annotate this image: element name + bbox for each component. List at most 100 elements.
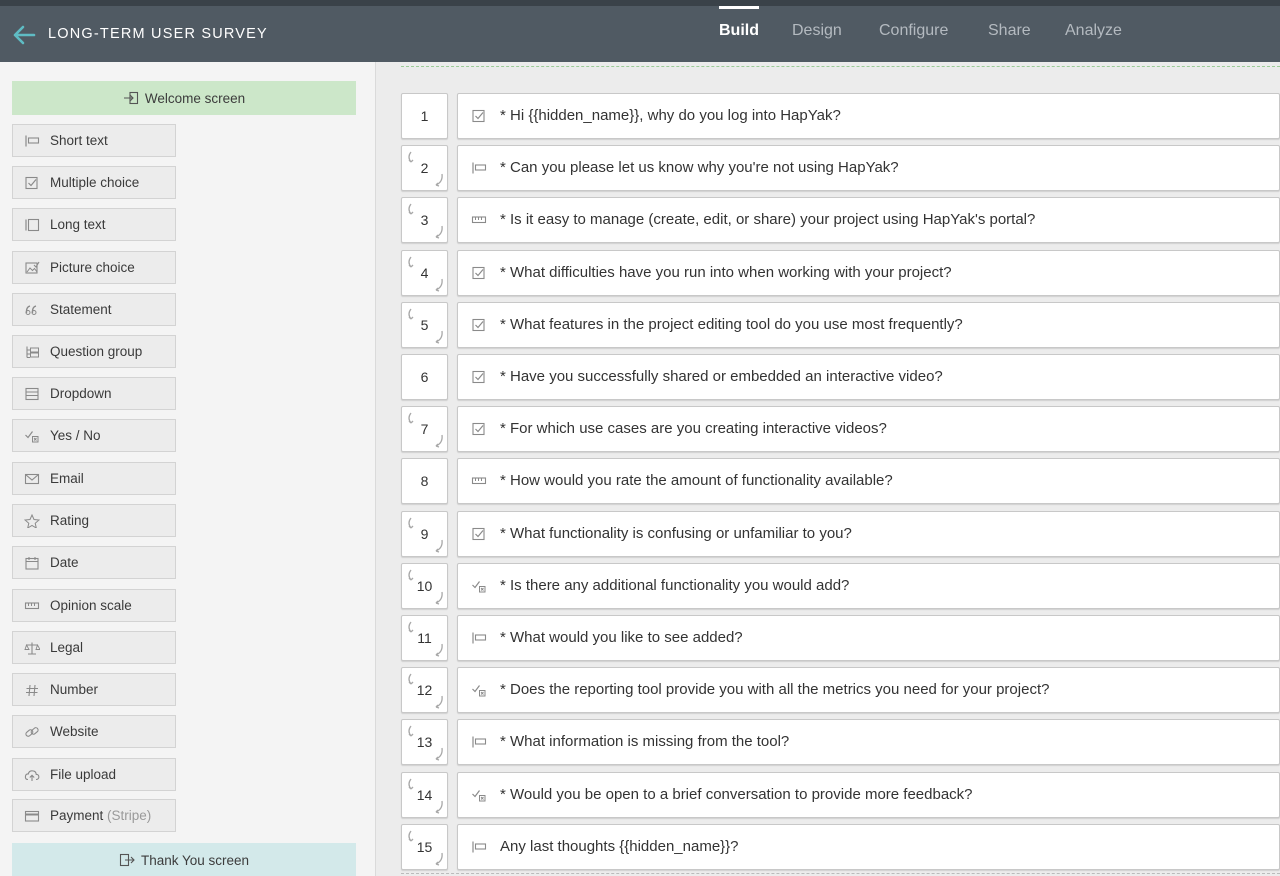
question-number-badge[interactable]: 11: [401, 615, 448, 661]
yes-no-icon: [472, 685, 486, 697]
drop-zone-top: [401, 66, 1280, 67]
question-card[interactable]: * Does the reporting tool provide you wi…: [457, 667, 1280, 713]
question-number-badge[interactable]: 6: [401, 354, 448, 400]
question-type-multiple-choice[interactable]: Multiple choice: [12, 166, 176, 199]
survey-title: LONG-TERM USER SURVEY: [48, 26, 268, 42]
question-card[interactable]: * What information is missing from the t…: [457, 719, 1280, 765]
question-type-label: Statement: [50, 302, 112, 317]
question-number-badge[interactable]: 14: [401, 772, 448, 818]
long-text-icon: [25, 218, 40, 231]
question-card[interactable]: * Have you successfully shared or embedd…: [457, 354, 1280, 400]
question-card[interactable]: * For which use cases are you creating i…: [457, 406, 1280, 452]
question-type-opinion-scale[interactable]: Opinion scale: [12, 589, 176, 622]
question-number-badge[interactable]: 3: [401, 197, 448, 243]
question-number-badge[interactable]: 12: [401, 667, 448, 713]
question-card[interactable]: * Is it easy to manage (create, edit, or…: [457, 197, 1280, 243]
top-bar: LONG-TERM USER SURVEY Build Design Confi…: [0, 0, 1280, 62]
active-tab-indicator: [719, 6, 759, 9]
star-icon: [24, 513, 40, 528]
question-row: 9 * What functionality is confusing or un…: [401, 511, 1280, 557]
question-number-badge[interactable]: 7: [401, 406, 448, 452]
question-number-badge[interactable]: 15: [401, 824, 448, 870]
question-group-icon: [26, 346, 39, 358]
question-type-dropdown[interactable]: Dropdown: [12, 377, 176, 410]
question-number-badge[interactable]: 1: [401, 93, 448, 139]
question-number: 7: [420, 421, 429, 437]
envelope-icon: [24, 473, 40, 484]
legal-scales-icon: [24, 642, 40, 655]
thank-you-screen-button[interactable]: Thank You screen: [12, 843, 356, 876]
question-card[interactable]: * Hi {{hidden_name}}, why do you log int…: [457, 93, 1280, 139]
tab-share[interactable]: Share: [988, 22, 1031, 40]
question-number-badge[interactable]: 5: [401, 302, 448, 348]
question-card[interactable]: * How would you rate the amount of funct…: [457, 458, 1280, 504]
question-type-label: Opinion scale: [50, 598, 132, 613]
checkbox-icon: [472, 527, 485, 541]
question-type-date[interactable]: Date: [12, 546, 176, 579]
picture-choice-icon: [25, 261, 40, 274]
short-text-icon: [472, 162, 487, 174]
question-card[interactable]: * Would you be open to a brief conversat…: [457, 772, 1280, 818]
tab-configure[interactable]: Configure: [879, 22, 948, 40]
question-card[interactable]: * Is there any additional functionality …: [457, 563, 1280, 609]
yes-no-icon: [25, 430, 39, 442]
question-text: * Have you successfully shared or embedd…: [500, 368, 943, 385]
question-type-payment[interactable]: Payment (Stripe): [12, 799, 176, 832]
tab-design[interactable]: Design: [792, 22, 842, 40]
question-number: 5: [420, 317, 429, 333]
question-text: * What functionality is confusing or unf…: [500, 525, 852, 542]
question-type-rating[interactable]: Rating: [12, 504, 176, 537]
question-text: * What difficulties have you run into wh…: [500, 264, 952, 281]
question-type-question-group[interactable]: Question group: [12, 335, 176, 368]
hash-icon: [26, 684, 38, 696]
question-row: 3 * Is it easy to manage (create, edit, o…: [401, 197, 1280, 243]
question-type-picture-choice[interactable]: Picture choice: [12, 251, 176, 284]
question-row: 2 * Can you please let us know why you're…: [401, 145, 1280, 191]
question-type-short-text[interactable]: Short text: [12, 124, 176, 157]
question-type-website[interactable]: Website: [12, 715, 176, 748]
question-number: 15: [416, 839, 433, 855]
arrow-left-icon[interactable]: [12, 24, 36, 46]
tab-build[interactable]: Build: [719, 22, 759, 40]
question-type-label: Picture choice: [50, 260, 135, 275]
question-number-badge[interactable]: 13: [401, 719, 448, 765]
question-text: * Is it easy to manage (create, edit, or…: [500, 211, 1036, 228]
exit-icon: [119, 853, 135, 867]
question-text: * Would you be open to a brief conversat…: [500, 786, 973, 803]
welcome-screen-button[interactable]: Welcome screen: [12, 81, 356, 115]
link-icon: [25, 726, 39, 737]
question-type-email[interactable]: Email: [12, 462, 176, 495]
question-row: 8 * How would you rate the amount of func…: [401, 458, 1280, 504]
question-card[interactable]: * What difficulties have you run into wh…: [457, 250, 1280, 296]
thank-you-screen-label: Thank You screen: [140, 852, 250, 868]
question-type-file-upload[interactable]: File upload: [12, 758, 176, 791]
question-type-number[interactable]: Number: [12, 673, 176, 706]
question-number-badge[interactable]: 9: [401, 511, 448, 557]
question-type-label: Long text: [50, 217, 106, 232]
yes-no-icon: [472, 790, 486, 802]
question-number: 2: [420, 160, 429, 176]
question-type-label: Date: [50, 555, 79, 570]
question-card[interactable]: Any last thoughts {{hidden_name}}?: [457, 824, 1280, 870]
question-number-badge[interactable]: 4: [401, 250, 448, 296]
question-type-yes-no[interactable]: Yes / No: [12, 419, 176, 452]
question-type-long-text[interactable]: Long text: [12, 208, 176, 241]
question-number-badge[interactable]: 8: [401, 458, 448, 504]
short-text-icon: [472, 632, 487, 644]
question-card[interactable]: * What would you like to see added?: [457, 615, 1280, 661]
checkbox-icon: [25, 176, 38, 189]
question-type-label: Question group: [50, 344, 143, 359]
question-number-badge[interactable]: 10: [401, 563, 448, 609]
question-card[interactable]: * Can you please let us know why you're …: [457, 145, 1280, 191]
question-card[interactable]: * What features in the project editing t…: [457, 302, 1280, 348]
checkbox-icon: [472, 318, 485, 332]
question-text: * What features in the project editing t…: [500, 316, 963, 333]
question-type-label: Number: [50, 682, 99, 697]
question-row: 5 * What features in the project editing …: [401, 302, 1280, 348]
question-type-legal[interactable]: Legal: [12, 631, 176, 664]
tab-analyze[interactable]: Analyze: [1065, 22, 1122, 40]
question-number-badge[interactable]: 2: [401, 145, 448, 191]
question-card[interactable]: * What functionality is confusing or unf…: [457, 511, 1280, 557]
question-row: 7 * For which use cases are you creating …: [401, 406, 1280, 452]
question-type-statement[interactable]: Statement: [12, 293, 176, 326]
